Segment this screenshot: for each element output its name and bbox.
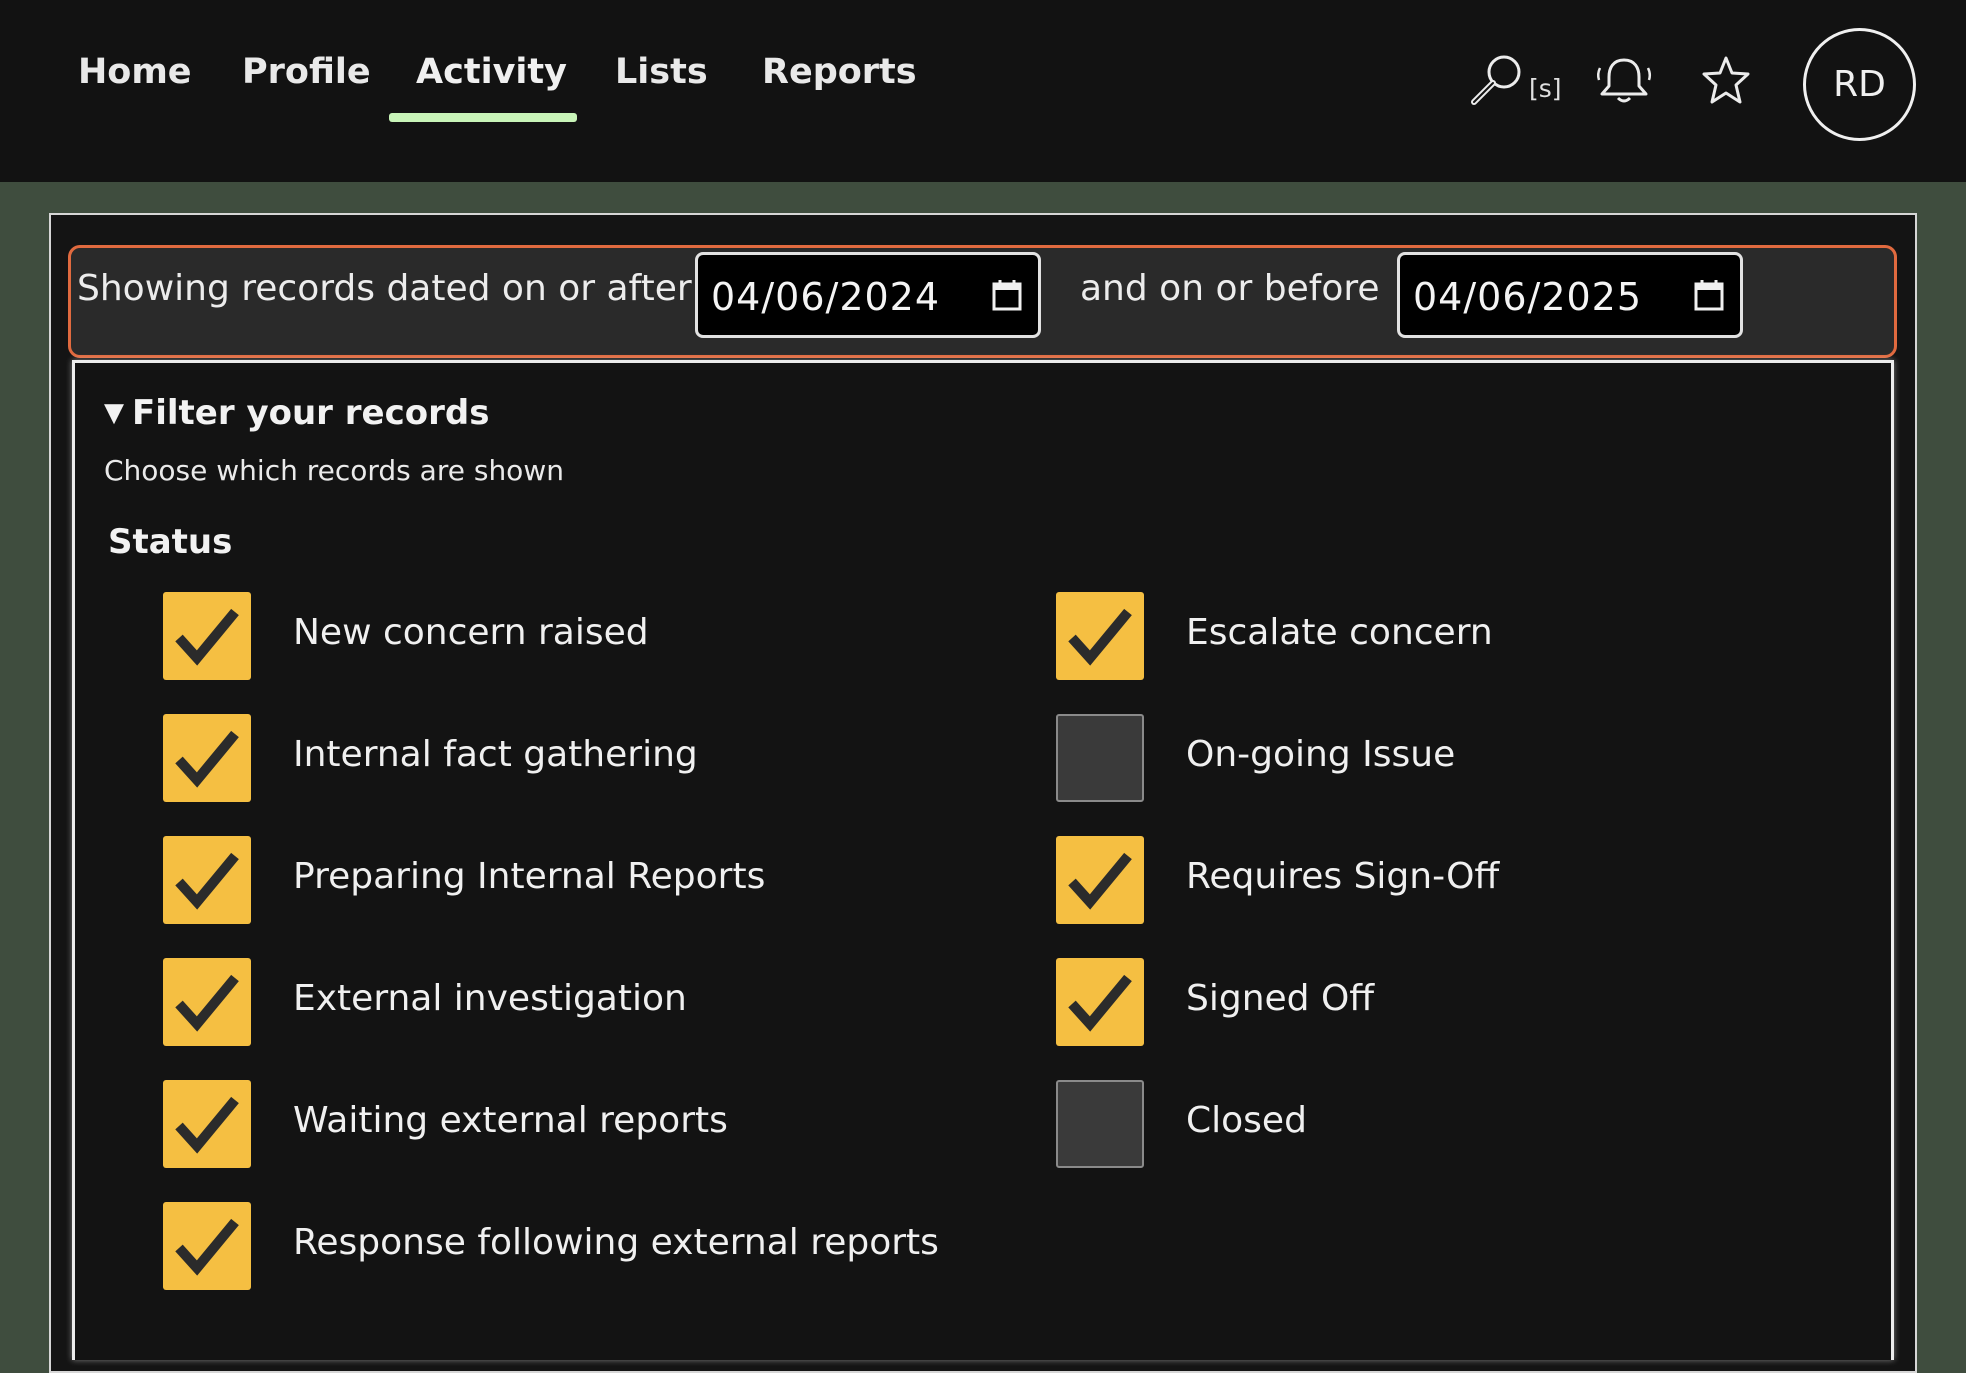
calendar-icon[interactable]	[992, 279, 1022, 315]
status-option-label: On-going Issue	[1186, 734, 1456, 775]
status-option-label: Escalate concern	[1186, 612, 1493, 653]
status-option-label: Closed	[1186, 1100, 1307, 1141]
checkmark-icon	[1068, 852, 1132, 910]
top-navigation-bar: Home Profile Activity Lists Reports [s] …	[0, 0, 1966, 182]
search-icon[interactable]	[1466, 52, 1528, 108]
status-checkbox[interactable]	[163, 714, 251, 802]
date-after-input[interactable]: 04/06/2024	[695, 252, 1041, 338]
checkmark-icon	[175, 608, 239, 666]
active-tab-indicator	[389, 113, 577, 122]
filter-subtitle: Choose which records are shown	[104, 454, 564, 487]
status-checkbox[interactable]	[1056, 592, 1144, 680]
date-before-label: and on or before	[1080, 268, 1380, 309]
status-checkbox[interactable]	[1056, 1080, 1144, 1168]
status-option-label: New concern raised	[293, 612, 649, 653]
status-option-label: Response following external reports	[293, 1222, 939, 1263]
nav-item-activity[interactable]: Activity	[416, 52, 567, 92]
date-after-label: Showing records dated on or after	[77, 268, 692, 309]
status-checkbox[interactable]	[163, 958, 251, 1046]
status-checkbox[interactable]	[163, 836, 251, 924]
avatar[interactable]: RD	[1803, 28, 1916, 141]
filter-summary-label: Filter your records	[132, 393, 490, 433]
bell-icon[interactable]	[1594, 54, 1654, 106]
status-option-label: Internal fact gathering	[293, 734, 698, 775]
filter-toggle[interactable]: ▼ Filter your records	[104, 393, 489, 433]
checkmark-icon	[175, 1218, 239, 1276]
date-before-input[interactable]: 04/06/2025	[1397, 252, 1743, 338]
checkmark-icon	[1068, 974, 1132, 1032]
checkmark-icon	[1068, 608, 1132, 666]
status-option-label: Waiting external reports	[293, 1100, 728, 1141]
date-before-value: 04/06/2025	[1413, 275, 1643, 319]
status-option-label: Preparing Internal Reports	[293, 856, 766, 897]
status-option-label: Requires Sign-Off	[1186, 856, 1500, 897]
status-checkbox[interactable]	[1056, 714, 1144, 802]
calendar-icon[interactable]	[1694, 279, 1724, 315]
nav-item-profile[interactable]: Profile	[242, 52, 371, 92]
status-checkbox[interactable]	[1056, 958, 1144, 1046]
checkmark-icon	[175, 730, 239, 788]
star-icon[interactable]	[1698, 54, 1754, 108]
checkmark-icon	[175, 1096, 239, 1154]
nav-item-reports[interactable]: Reports	[762, 52, 917, 92]
status-checkbox[interactable]	[163, 1080, 251, 1168]
date-after-value: 04/06/2024	[711, 275, 941, 319]
status-option-label: Signed Off	[1186, 978, 1375, 1019]
status-heading: Status	[108, 522, 233, 562]
status-checkbox[interactable]	[163, 1202, 251, 1290]
nav-item-lists[interactable]: Lists	[615, 52, 708, 92]
search-shortcut-hint: [s]	[1529, 74, 1562, 103]
nav-item-home[interactable]: Home	[78, 52, 192, 92]
checkmark-icon	[175, 974, 239, 1032]
status-checkbox[interactable]	[1056, 836, 1144, 924]
disclosure-triangle-icon: ▼	[104, 398, 124, 428]
status-option-label: External investigation	[293, 978, 687, 1019]
checkmark-icon	[175, 852, 239, 910]
status-checkbox[interactable]	[163, 592, 251, 680]
